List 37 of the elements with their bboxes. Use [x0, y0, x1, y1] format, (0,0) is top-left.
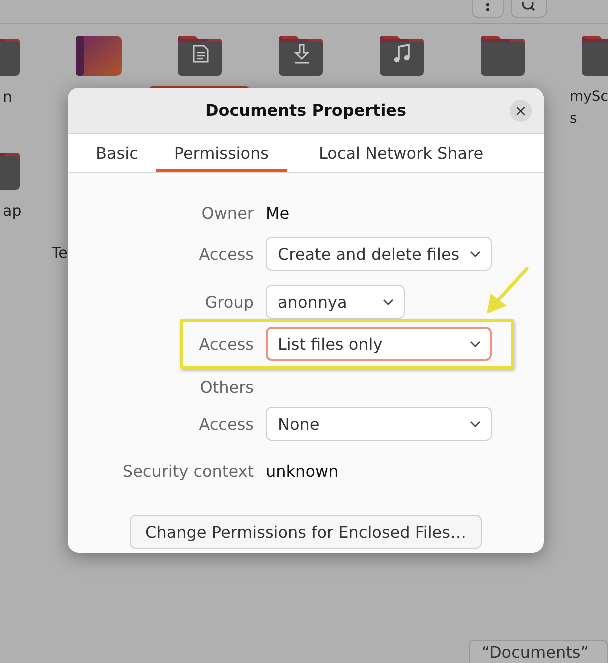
field-label: Access: [198, 244, 254, 264]
close-button[interactable]: ×: [510, 100, 532, 122]
field-value: Me: [266, 204, 290, 222]
tab[interactable]: Permissions: [156, 134, 287, 172]
field-label: Security context: [122, 462, 254, 480]
kebab-menu-icon: [486, 3, 490, 11]
folder-icon[interactable]: [176, 34, 222, 76]
folder-icon[interactable]: [278, 34, 324, 76]
field-label: Owner: [200, 204, 254, 222]
desktop-folder-icon[interactable]: [76, 36, 122, 76]
file-label: s: [570, 110, 578, 129]
section-heading: Others: [199, 378, 254, 396]
chevron-down-icon: [470, 420, 481, 428]
status-label: “Documents”: [468, 640, 608, 663]
chevron-down-icon: [470, 340, 481, 348]
folder-icon[interactable]: [378, 34, 424, 76]
search-icon: [522, 2, 536, 11]
folder-icon[interactable]: [480, 34, 526, 76]
file-label: ap: [3, 201, 23, 222]
field-value: unknown: [266, 462, 339, 480]
change-permissions-button[interactable]: Change Permissions for Enclosed Files…: [130, 515, 482, 549]
dropdown[interactable]: List files only: [266, 327, 492, 361]
chevron-down-icon: [470, 250, 481, 258]
tab[interactable]: Local Network Share: [301, 134, 502, 172]
file-label: mySc: [570, 88, 608, 107]
dropdown[interactable]: anonnya: [266, 285, 405, 319]
dialog-title: Documents Properties: [205, 101, 407, 120]
dropdown[interactable]: None: [266, 407, 492, 441]
tab[interactable]: Basic: [78, 134, 156, 172]
dropdown[interactable]: Create and delete files: [266, 237, 492, 271]
file-label: Te: [52, 243, 69, 264]
chevron-down-icon: [383, 298, 394, 306]
arrow: [487, 267, 529, 314]
field-label: Group: [204, 292, 254, 312]
field-label: Access: [198, 334, 254, 354]
file-label: n: [3, 87, 14, 108]
field-label: Access: [198, 414, 254, 434]
